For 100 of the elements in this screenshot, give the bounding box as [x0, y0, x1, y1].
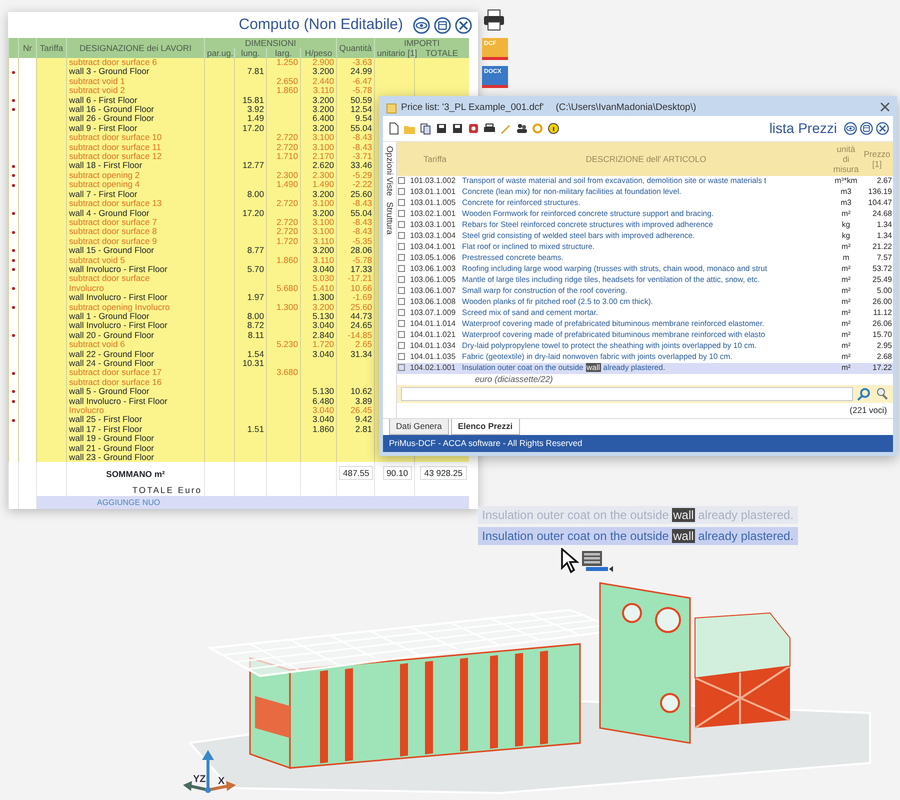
column-header: lung.	[234, 48, 266, 58]
document-icon	[386, 102, 397, 114]
table-cell: 1.860	[266, 86, 300, 96]
table-cell: wall 23 - Ground Floor	[66, 453, 204, 462]
table-cell: subtract void 2	[66, 86, 204, 96]
save-icon[interactable]	[451, 122, 464, 136]
total-value: 43 928.25	[420, 466, 467, 480]
search-icon[interactable]	[857, 387, 871, 402]
table-cell: 3.040	[300, 321, 337, 331]
table-cell: -2.22	[336, 180, 375, 190]
total-label: TOTALE Euro	[132, 485, 202, 496]
column-group-header: IMPORTI	[374, 38, 469, 48]
table-cell: 2.900	[300, 58, 337, 68]
table-cell: 1.710	[266, 152, 300, 162]
table-cell: wall 26 - Ground Floor	[66, 114, 204, 124]
table-cell: subtract door surface 13	[66, 199, 204, 208]
table-cell: 10.31	[234, 359, 266, 368]
table-cell: 3.110	[300, 86, 337, 96]
view-icon[interactable]	[844, 122, 857, 136]
save-icon[interactable]	[435, 122, 448, 136]
table-cell: 3.200	[300, 105, 337, 114]
table-cell: -8.43	[336, 199, 375, 208]
new-document-icon[interactable]	[387, 122, 400, 136]
window-title: Price list: '3_PL Example_001.dcf'	[401, 101, 544, 115]
table-cell: 3.200	[300, 67, 337, 77]
file-path: (C:\Users\IvanMadonia\Desktop\)	[556, 101, 696, 115]
table-cell: 9.42	[336, 415, 375, 425]
column-header: larg.	[266, 48, 300, 58]
table-cell: 6.400	[300, 114, 337, 124]
table-cell: wall 25 - First Floor	[66, 415, 204, 425]
table-cell: 1.720	[300, 340, 337, 350]
table-cell: wall 3 - Ground Floor	[66, 67, 204, 77]
table-cell: 12.77	[234, 161, 266, 171]
table-cell: 12.54	[336, 105, 375, 114]
table-cell: 28.06	[336, 246, 375, 256]
users-icon[interactable]	[515, 122, 528, 136]
drag-list-icon	[582, 551, 613, 572]
table-cell: 9.54	[336, 114, 375, 124]
table-cell: subtract door surface	[66, 274, 204, 284]
table-cell: 1.49	[234, 114, 266, 124]
database-icon[interactable]	[434, 16, 451, 34]
table-cell: 10.62	[336, 387, 375, 397]
table-cell: subtract opening 4	[66, 180, 204, 190]
table-cell: 3.040	[300, 406, 337, 416]
side-tab[interactable]: Opzioni Viste	[383, 146, 396, 196]
axes-icon	[183, 750, 236, 793]
price-in-words: euro (diciassette/22)	[475, 374, 553, 384]
copy-icon[interactable]	[419, 122, 432, 136]
table-cell: 1.97	[234, 293, 266, 303]
table-cell: 26.45	[336, 406, 375, 416]
column-header: Quantità	[336, 38, 375, 58]
database-icon[interactable]	[860, 122, 873, 136]
table-cell: 3.680	[266, 368, 300, 378]
table-cell: wall 19 - Ground Floor	[66, 434, 204, 444]
column-header: par.ug.	[204, 48, 234, 58]
table-cell: 3.030	[300, 274, 337, 284]
drag-label: Insulation outer coat on the outside wall already plastered.	[478, 527, 798, 545]
table-cell: wall 15 - Ground Floor	[66, 246, 204, 256]
table-cell: wall 18 - First Floor	[66, 161, 204, 171]
table-cell: 2.65	[336, 340, 375, 350]
table-cell: 3.200	[300, 246, 337, 256]
printer-icon[interactable]	[482, 8, 506, 32]
table-cell: 3.100	[300, 199, 337, 208]
table-cell: subtract door surface 8	[66, 227, 204, 237]
search-field[interactable]	[401, 387, 853, 402]
table-cell: wall Involucro - First Floor	[66, 293, 204, 303]
tab[interactable]: Dati Genera	[389, 419, 449, 435]
table-cell: -8.43	[336, 227, 375, 237]
table-cell: 2.720	[266, 199, 300, 208]
column-header: unitario [1]	[374, 48, 415, 58]
table-cell: 3.040	[300, 415, 337, 425]
sum-label: SOMMANO m²	[106, 469, 165, 480]
table-cell: 2.620	[300, 161, 337, 171]
panel-heading: lista Prezzi	[769, 119, 837, 138]
table-cell: wall 1 - Ground Floor	[66, 312, 204, 322]
column-header: Prezzo [1]	[861, 142, 893, 176]
status-text: PriMus-DCF - ACCA software - All Rights Reserved	[389, 438, 582, 448]
axis-label: YZ	[193, 774, 206, 785]
column-header: Nr	[18, 38, 36, 58]
tab[interactable]: Elenco Prezzi	[450, 419, 520, 435]
table-cell: -17.21	[336, 274, 375, 284]
column-header: DESCRIZIONE dell' ARTICOLO	[461, 142, 831, 176]
side-tab[interactable]: Struttura	[383, 202, 396, 235]
info-icon[interactable]	[547, 122, 560, 136]
view-icon[interactable]	[413, 16, 430, 34]
table-cell: 8.77	[234, 246, 266, 256]
table-cell: -1.69	[336, 293, 375, 303]
table-cell: 33.46	[336, 161, 375, 171]
table-cell: 3.100	[300, 227, 337, 237]
table-cell: 1.250	[266, 58, 300, 68]
column-group-header: DIMENSIONI	[204, 38, 337, 48]
search-icon[interactable]	[875, 387, 889, 402]
table-cell: 1.490	[266, 180, 300, 190]
column-header: Tariffa	[409, 142, 461, 176]
table-cell: Involucro	[66, 406, 204, 416]
table-cell: -3.63	[336, 58, 375, 68]
table-cell: 2.170	[300, 152, 337, 162]
table-cell: -3.71	[336, 152, 375, 162]
total-value: 487.55	[339, 466, 374, 480]
table-cell: wall 24 - Ground Floor	[66, 359, 204, 368]
